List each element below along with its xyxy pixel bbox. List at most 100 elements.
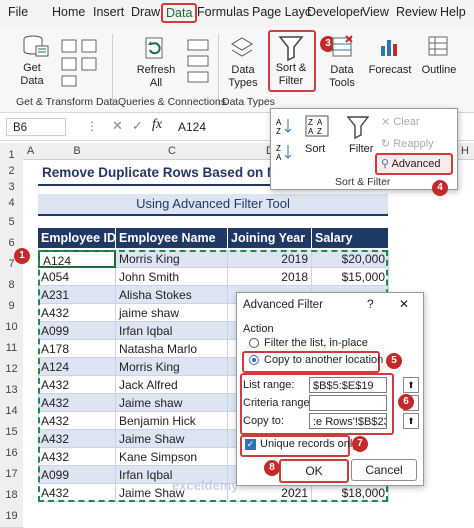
cancel-entry-icon[interactable]: ✕ [112, 118, 123, 134]
table-cell[interactable]: Jaime Shaw [116, 430, 228, 448]
table-cell[interactable]: A099 [38, 322, 116, 340]
clear-filter-button[interactable]: ⨯ Clear [381, 115, 420, 128]
row-header[interactable]: 8 [0, 275, 23, 297]
table-cell[interactable]: 2018 [228, 268, 312, 286]
copy-to-location-label[interactable]: Copy to another location [264, 354, 383, 366]
tab-page-layout[interactable]: Page Layc [252, 5, 311, 19]
row-header[interactable]: 16 [0, 443, 23, 465]
row-header[interactable]: 12 [0, 359, 23, 381]
chevron-down-icon[interactable]: ⋮ [86, 119, 98, 133]
table-cell[interactable]: 2021 [228, 484, 312, 502]
table-cell[interactable]: Benjamin Hick [116, 412, 228, 430]
table-cell[interactable]: Morris King [116, 250, 228, 268]
table-cell[interactable]: A432 [38, 394, 116, 412]
row-header[interactable]: 13 [0, 380, 23, 402]
table-cell[interactable]: jaime shaw [116, 304, 228, 322]
table-cell[interactable]: A178 [38, 340, 116, 358]
table-cell[interactable]: A124 [38, 358, 116, 376]
copy-to-input[interactable]: :e Rows'!$B$23 [309, 413, 387, 429]
table-cell[interactable]: John Smith [116, 268, 228, 286]
filter-button[interactable]: Filter [349, 143, 373, 155]
collapse-dialog-icon[interactable]: ⬆ [403, 413, 419, 429]
tab-data[interactable]: Data [161, 3, 198, 23]
table-header-cell[interactable]: Salary [312, 228, 389, 249]
name-box[interactable]: B6 [6, 118, 66, 136]
sort-button[interactable]: Sort [305, 143, 325, 155]
table-cell[interactable]: A432 [38, 430, 116, 448]
row-header[interactable]: 3 [0, 179, 23, 196]
column-header[interactable]: A [23, 143, 39, 160]
row-header[interactable]: 4 [0, 195, 23, 212]
table-cell[interactable]: A432 [38, 484, 116, 502]
table-header-cell[interactable]: Joining Year [228, 228, 312, 249]
row-header[interactable]: 11 [0, 338, 23, 360]
table-cell[interactable]: Kane Simpson [116, 448, 228, 466]
tab-review[interactable]: Review [396, 5, 437, 19]
collapse-dialog-icon[interactable]: ⬆ [403, 377, 419, 393]
tab-file[interactable]: File [8, 5, 28, 19]
filter-in-place-radio[interactable] [249, 338, 259, 348]
forecast-button[interactable]: Forecast [366, 64, 414, 77]
table-cell[interactable]: A432 [38, 448, 116, 466]
sort-az-icon[interactable]: AZ [275, 117, 293, 138]
copy-to-location-radio[interactable] [249, 355, 259, 365]
row-header[interactable]: 5 [0, 211, 23, 234]
table-header-cell[interactable]: Employee ID [38, 228, 116, 249]
get-data-button[interactable]: Get Data [14, 62, 50, 88]
row-header[interactable]: 17 [0, 464, 23, 486]
table-cell[interactable]: Natasha Marlo [116, 340, 228, 358]
table-cell[interactable]: A054 [38, 268, 116, 286]
sort-za-icon[interactable]: ZA [275, 143, 293, 164]
table-header-cell[interactable]: Employee Name [116, 228, 228, 249]
table-cell[interactable]: A432 [38, 304, 116, 322]
tab-developer[interactable]: Developer [307, 5, 364, 19]
row-header[interactable]: 15 [0, 422, 23, 444]
confirm-entry-icon[interactable]: ✓ [132, 118, 143, 134]
unique-records-checkbox[interactable]: ✓ [245, 439, 256, 450]
sort-filter-button[interactable]: Sort & Filter [270, 62, 312, 88]
reapply-button[interactable]: ↻ Reapply [381, 137, 434, 150]
table-cell[interactable]: A432 [38, 376, 116, 394]
tab-draw[interactable]: Draw [131, 5, 160, 19]
table-cell[interactable]: Jack Alfred [116, 376, 228, 394]
ok-button[interactable]: OK [279, 459, 349, 483]
table-cell[interactable]: 2019 [228, 250, 312, 268]
table-cell[interactable]: A099 [38, 466, 116, 484]
tab-help[interactable]: Help [440, 5, 466, 19]
table-cell[interactable]: $15,000 [312, 268, 389, 286]
table-cell[interactable]: A432 [38, 412, 116, 430]
fx-icon[interactable]: fx [152, 117, 162, 133]
table-cell[interactable]: Morris King [116, 358, 228, 376]
refresh-all-button[interactable]: Refresh All [132, 64, 180, 90]
table-cell[interactable]: Jaime shaw [116, 394, 228, 412]
row-header[interactable]: 19 [0, 506, 23, 528]
column-header[interactable]: C [116, 143, 229, 160]
cancel-button[interactable]: Cancel [351, 459, 417, 481]
table-cell[interactable]: $18,000 [312, 484, 389, 502]
column-header[interactable]: H [456, 143, 474, 160]
row-header[interactable]: 2 [0, 163, 23, 180]
table-cell[interactable]: A124 [38, 250, 116, 268]
table-cell[interactable]: A231 [38, 286, 116, 304]
table-cell[interactable]: Irfan Iqbal [116, 322, 228, 340]
advanced-filter-button[interactable]: ⚲ Advanced [375, 153, 453, 175]
tab-view[interactable]: View [362, 5, 389, 19]
tab-home[interactable]: Home [52, 5, 85, 19]
data-tools-button[interactable]: Data Tools [320, 64, 364, 90]
table-cell[interactable]: Alisha Stokes [116, 286, 228, 304]
close-button[interactable]: ✕ [399, 297, 409, 311]
column-header[interactable]: B [38, 143, 117, 160]
row-header[interactable]: 10 [0, 317, 23, 339]
unique-records-label[interactable]: Unique records only [260, 438, 358, 450]
table-cell[interactable]: $20,000 [312, 250, 389, 268]
list-range-input[interactable]: $B$5:$E$19 [309, 377, 387, 393]
tab-insert[interactable]: Insert [93, 5, 124, 19]
help-button[interactable]: ? [367, 297, 374, 311]
row-header[interactable]: 14 [0, 401, 23, 423]
filter-in-place-label[interactable]: Filter the list, in-place [264, 337, 368, 349]
row-header[interactable]: 1 [0, 147, 23, 164]
formula-input[interactable]: A124 [178, 120, 206, 134]
criteria-range-input[interactable] [309, 395, 387, 411]
data-types-button[interactable]: Data Types [222, 64, 264, 90]
tab-formulas[interactable]: Formulas [197, 5, 249, 19]
